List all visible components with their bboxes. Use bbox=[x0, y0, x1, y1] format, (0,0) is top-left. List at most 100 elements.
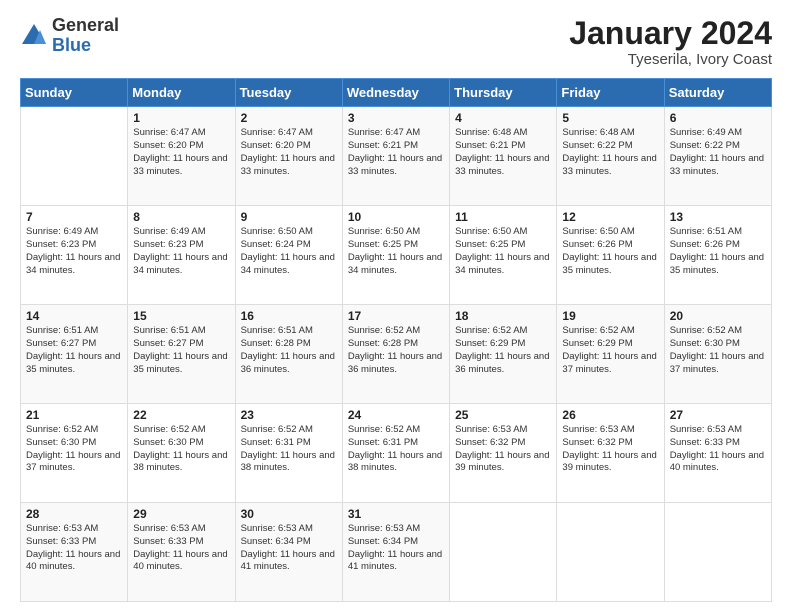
day-info: Sunrise: 6:50 AMSunset: 6:24 PMDaylight:… bbox=[241, 226, 337, 277]
day-number: 20 bbox=[670, 309, 766, 323]
day-info: Sunrise: 6:50 AMSunset: 6:26 PMDaylight:… bbox=[562, 226, 658, 277]
calendar-week-4: 21 Sunrise: 6:52 AMSunset: 6:30 PMDayligh… bbox=[21, 404, 772, 503]
calendar-cell: 31 Sunrise: 6:53 AMSunset: 6:34 PMDayligh… bbox=[342, 503, 449, 602]
day-info: Sunrise: 6:51 AMSunset: 6:26 PMDaylight:… bbox=[670, 226, 766, 277]
day-number: 2 bbox=[241, 111, 337, 125]
day-info: Sunrise: 6:50 AMSunset: 6:25 PMDaylight:… bbox=[455, 226, 551, 277]
day-info: Sunrise: 6:48 AMSunset: 6:22 PMDaylight:… bbox=[562, 127, 658, 178]
logo-text: General Blue bbox=[52, 16, 119, 56]
day-number: 31 bbox=[348, 507, 444, 521]
header: General Blue January 2024 Tyeserila, Ivo… bbox=[20, 16, 772, 68]
title-block: January 2024 Tyeserila, Ivory Coast bbox=[569, 16, 772, 68]
calendar-cell: 1 Sunrise: 6:47 AMSunset: 6:20 PMDaylight… bbox=[128, 107, 235, 206]
calendar-cell: 10 Sunrise: 6:50 AMSunset: 6:25 PMDayligh… bbox=[342, 206, 449, 305]
main-title: January 2024 bbox=[569, 16, 772, 51]
calendar-cell: 8 Sunrise: 6:49 AMSunset: 6:23 PMDaylight… bbox=[128, 206, 235, 305]
day-number: 25 bbox=[455, 408, 551, 422]
calendar-cell: 3 Sunrise: 6:47 AMSunset: 6:21 PMDaylight… bbox=[342, 107, 449, 206]
day-info: Sunrise: 6:53 AMSunset: 6:33 PMDaylight:… bbox=[133, 523, 229, 574]
day-info: Sunrise: 6:53 AMSunset: 6:32 PMDaylight:… bbox=[562, 424, 658, 475]
day-info: Sunrise: 6:53 AMSunset: 6:34 PMDaylight:… bbox=[241, 523, 337, 574]
day-number: 24 bbox=[348, 408, 444, 422]
calendar-cell: 15Sunrise: 6:51 AMSunset: 6:27 PMDayligh… bbox=[128, 305, 235, 404]
day-number: 5 bbox=[562, 111, 658, 125]
day-info: Sunrise: 6:51 AMSunset: 6:27 PMDaylight:… bbox=[26, 325, 122, 376]
day-info: Sunrise: 6:53 AMSunset: 6:32 PMDaylight:… bbox=[455, 424, 551, 475]
day-info: Sunrise: 6:52 AMSunset: 6:29 PMDaylight:… bbox=[562, 325, 658, 376]
day-number: 7 bbox=[26, 210, 122, 224]
calendar-week-1: 1 Sunrise: 6:47 AMSunset: 6:20 PMDaylight… bbox=[21, 107, 772, 206]
day-info: Sunrise: 6:49 AMSunset: 6:22 PMDaylight:… bbox=[670, 127, 766, 178]
subtitle: Tyeserila, Ivory Coast bbox=[569, 51, 772, 68]
logo-general-text: General bbox=[52, 16, 119, 36]
calendar-cell: 28Sunrise: 6:53 AMSunset: 6:33 PMDayligh… bbox=[21, 503, 128, 602]
day-info: Sunrise: 6:53 AMSunset: 6:33 PMDaylight:… bbox=[670, 424, 766, 475]
calendar-cell: 9Sunrise: 6:50 AMSunset: 6:24 PMDaylight… bbox=[235, 206, 342, 305]
logo: General Blue bbox=[20, 16, 119, 56]
calendar-header-row: SundayMondayTuesdayWednesdayThursdayFrid… bbox=[21, 79, 772, 107]
day-number: 10 bbox=[348, 210, 444, 224]
logo-icon bbox=[20, 22, 48, 50]
day-number: 26 bbox=[562, 408, 658, 422]
day-number: 27 bbox=[670, 408, 766, 422]
day-info: Sunrise: 6:47 AMSunset: 6:20 PMDaylight:… bbox=[241, 127, 337, 178]
day-number: 4 bbox=[455, 111, 551, 125]
calendar-cell: 16 Sunrise: 6:51 AMSunset: 6:28 PMDayligh… bbox=[235, 305, 342, 404]
day-info: Sunrise: 6:53 AMSunset: 6:33 PMDaylight:… bbox=[26, 523, 122, 574]
day-info: Sunrise: 6:52 AMSunset: 6:30 PMDaylight:… bbox=[133, 424, 229, 475]
day-number: 18 bbox=[455, 309, 551, 323]
day-number: 1 bbox=[133, 111, 229, 125]
calendar-cell: 20 Sunrise: 6:52 AMSunset: 6:30 PMDayligh… bbox=[664, 305, 771, 404]
calendar-cell: 26 Sunrise: 6:53 AMSunset: 6:32 PMDayligh… bbox=[557, 404, 664, 503]
day-info: Sunrise: 6:49 AMSunset: 6:23 PMDaylight:… bbox=[133, 226, 229, 277]
day-number: 23 bbox=[241, 408, 337, 422]
calendar-cell: 25 Sunrise: 6:53 AMSunset: 6:32 PMDayligh… bbox=[450, 404, 557, 503]
calendar-cell bbox=[557, 503, 664, 602]
day-number: 3 bbox=[348, 111, 444, 125]
day-info: Sunrise: 6:53 AMSunset: 6:34 PMDaylight:… bbox=[348, 523, 444, 574]
day-info: Sunrise: 6:52 AMSunset: 6:30 PMDaylight:… bbox=[670, 325, 766, 376]
day-number: 14 bbox=[26, 309, 122, 323]
day-info: Sunrise: 6:47 AMSunset: 6:21 PMDaylight:… bbox=[348, 127, 444, 178]
day-number: 16 bbox=[241, 309, 337, 323]
calendar-cell: 7 Sunrise: 6:49 AMSunset: 6:23 PMDaylight… bbox=[21, 206, 128, 305]
calendar-header-wednesday: Wednesday bbox=[342, 79, 449, 107]
day-number: 17 bbox=[348, 309, 444, 323]
day-number: 11 bbox=[455, 210, 551, 224]
logo-blue-text: Blue bbox=[52, 36, 119, 56]
day-number: 29 bbox=[133, 507, 229, 521]
calendar-header-monday: Monday bbox=[128, 79, 235, 107]
calendar-header-thursday: Thursday bbox=[450, 79, 557, 107]
day-info: Sunrise: 6:49 AMSunset: 6:23 PMDaylight:… bbox=[26, 226, 122, 277]
calendar-week-2: 7 Sunrise: 6:49 AMSunset: 6:23 PMDaylight… bbox=[21, 206, 772, 305]
day-info: Sunrise: 6:48 AMSunset: 6:21 PMDaylight:… bbox=[455, 127, 551, 178]
calendar-cell bbox=[450, 503, 557, 602]
day-info: Sunrise: 6:47 AMSunset: 6:20 PMDaylight:… bbox=[133, 127, 229, 178]
day-info: Sunrise: 6:52 AMSunset: 6:31 PMDaylight:… bbox=[241, 424, 337, 475]
calendar-cell: 5 Sunrise: 6:48 AMSunset: 6:22 PMDaylight… bbox=[557, 107, 664, 206]
calendar-cell: 4 Sunrise: 6:48 AMSunset: 6:21 PMDaylight… bbox=[450, 107, 557, 206]
calendar-cell: 30 Sunrise: 6:53 AMSunset: 6:34 PMDayligh… bbox=[235, 503, 342, 602]
day-info: Sunrise: 6:52 AMSunset: 6:28 PMDaylight:… bbox=[348, 325, 444, 376]
calendar-cell: 18Sunrise: 6:52 AMSunset: 6:29 PMDayligh… bbox=[450, 305, 557, 404]
calendar-table: SundayMondayTuesdayWednesdayThursdayFrid… bbox=[20, 78, 772, 602]
day-number: 21 bbox=[26, 408, 122, 422]
calendar-cell: 11 Sunrise: 6:50 AMSunset: 6:25 PMDayligh… bbox=[450, 206, 557, 305]
day-number: 8 bbox=[133, 210, 229, 224]
calendar-week-5: 28Sunrise: 6:53 AMSunset: 6:33 PMDayligh… bbox=[21, 503, 772, 602]
calendar-cell: 17 Sunrise: 6:52 AMSunset: 6:28 PMDayligh… bbox=[342, 305, 449, 404]
day-info: Sunrise: 6:51 AMSunset: 6:28 PMDaylight:… bbox=[241, 325, 337, 376]
calendar-cell: 22Sunrise: 6:52 AMSunset: 6:30 PMDayligh… bbox=[128, 404, 235, 503]
calendar-cell: 13Sunrise: 6:51 AMSunset: 6:26 PMDayligh… bbox=[664, 206, 771, 305]
calendar-header-saturday: Saturday bbox=[664, 79, 771, 107]
day-info: Sunrise: 6:50 AMSunset: 6:25 PMDaylight:… bbox=[348, 226, 444, 277]
calendar-cell bbox=[21, 107, 128, 206]
calendar-cell: 27 Sunrise: 6:53 AMSunset: 6:33 PMDayligh… bbox=[664, 404, 771, 503]
day-number: 30 bbox=[241, 507, 337, 521]
calendar-cell: 23 Sunrise: 6:52 AMSunset: 6:31 PMDayligh… bbox=[235, 404, 342, 503]
calendar-cell: 14 Sunrise: 6:51 AMSunset: 6:27 PMDayligh… bbox=[21, 305, 128, 404]
calendar-cell: 21Sunrise: 6:52 AMSunset: 6:30 PMDayligh… bbox=[21, 404, 128, 503]
calendar-cell: 2 Sunrise: 6:47 AMSunset: 6:20 PMDaylight… bbox=[235, 107, 342, 206]
calendar-cell: 12Sunrise: 6:50 AMSunset: 6:26 PMDayligh… bbox=[557, 206, 664, 305]
calendar-cell: 24Sunrise: 6:52 AMSunset: 6:31 PMDayligh… bbox=[342, 404, 449, 503]
